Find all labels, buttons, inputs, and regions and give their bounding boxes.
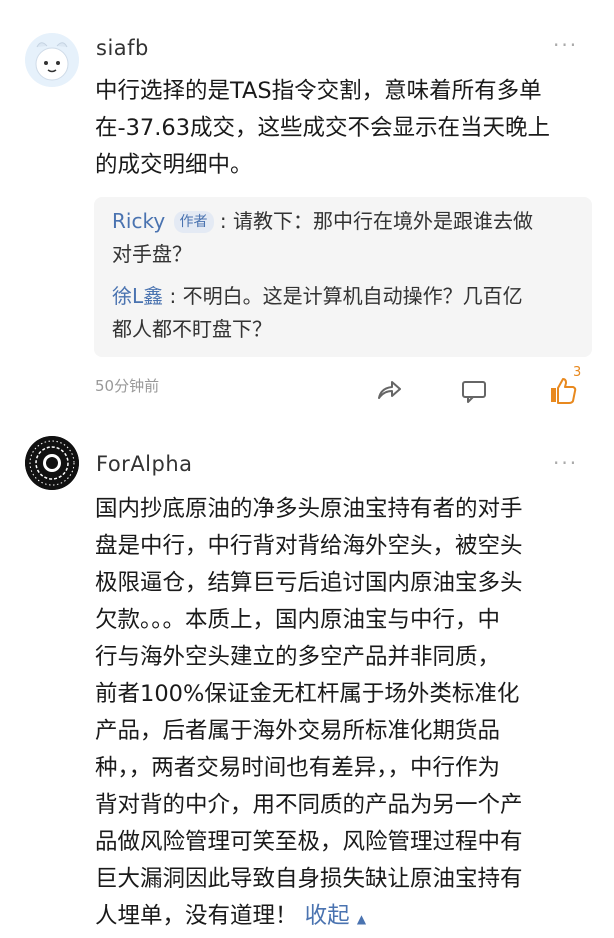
logo-icon	[25, 436, 79, 490]
collapse-link[interactable]: 收起 ▲	[305, 903, 366, 929]
more-options-icon[interactable]: ···	[553, 453, 578, 473]
comment-line: 产品，后者属于海外交易所标准化期货品	[95, 718, 501, 744]
avatar[interactable]	[25, 436, 79, 490]
comment-line: 巨大漏洞因此导致自身损失缺让原油宝持有	[95, 866, 523, 892]
reply-author[interactable]: 徐L鑫	[112, 284, 163, 308]
comment-text: 国内抄底原油的净多头原油宝持有者的对手 盘是中行，中行背对背给海外空头，被空头 …	[95, 491, 595, 938]
avatar[interactable]	[25, 33, 79, 87]
comment-line: 的成交明细中。	[95, 152, 253, 178]
timestamp: 50分钟前	[95, 377, 160, 395]
cartoon-face-icon	[25, 33, 79, 87]
share-button[interactable]	[375, 376, 403, 408]
comment-icon	[462, 381, 486, 403]
more-options-icon[interactable]: ···	[553, 35, 578, 55]
reply-item[interactable]: 徐L鑫 : 不明白。这是计算机自动操作？几百亿 都人都不盯盘下？	[112, 280, 582, 346]
comment-line: 行与海外空头建立的多空产品并非同质，	[95, 644, 501, 670]
comment-line: 品做风险管理可笑至极，风险管理过程中有	[95, 829, 523, 855]
comment-line: 盘是中行，中行背对背给海外空头，被空头	[95, 533, 523, 559]
collapse-label: 收起	[304, 903, 350, 929]
reply-text: 都人都不盯盘下？	[112, 317, 272, 341]
reply-text: : 请教下：那中行在境外是跟谁去做	[219, 209, 533, 233]
comment-line-text: 人埋单，没有道理！	[95, 903, 298, 929]
thumbs-up-icon	[551, 378, 577, 404]
comment-line: 在-37.63成交，这些成交不会显示在当天晚上	[95, 115, 551, 141]
like-count: 3	[573, 365, 582, 380]
replies-box[interactable]: Ricky 作者 : 请教下：那中行在境外是跟谁去做 对手盘？ 徐L鑫 : 不明…	[94, 197, 592, 357]
comment-line: 国内抄底原油的净多头原油宝持有者的对手	[95, 496, 523, 522]
comment-line: 极限逼仓，结算巨亏后追讨国内原油宝多头	[95, 570, 523, 596]
username[interactable]: ForAlpha	[96, 452, 193, 476]
author-badge: 作者	[173, 211, 214, 233]
comment-text: 中行选择的是TAS指令交割，意味着所有多单 在-37.63成交，这些成交不会显示…	[95, 73, 595, 184]
share-icon	[378, 381, 401, 399]
reply-item[interactable]: Ricky 作者 : 请教下：那中行在境外是跟谁去做 对手盘？	[112, 205, 582, 271]
comment-line: 前者100%保证金无杠杆属于场外类标准化	[95, 681, 520, 707]
comment-line: 背对背的中介，用不同质的产品为另一个产	[95, 792, 523, 818]
reply-text: 对手盘？	[112, 242, 192, 266]
username[interactable]: siafb	[96, 36, 149, 60]
reply-text: : 不明白。这是计算机自动操作？几百亿	[169, 284, 523, 308]
collapse-arrow-icon: ▲	[356, 912, 367, 926]
reply-author[interactable]: Ricky	[112, 209, 165, 233]
comment-line: 中行选择的是TAS指令交割，意味着所有多单	[95, 78, 542, 104]
comment-line: 欠款。。。本质上，国内原油宝与中行，中	[95, 607, 501, 633]
reply-button[interactable]	[460, 377, 488, 409]
like-button[interactable]	[548, 376, 578, 410]
comment-line: 种，，两者交易时间也有差异，，中行作为	[95, 755, 501, 781]
comment-line: 人埋单，没有道理！ 收起 ▲	[95, 898, 595, 938]
